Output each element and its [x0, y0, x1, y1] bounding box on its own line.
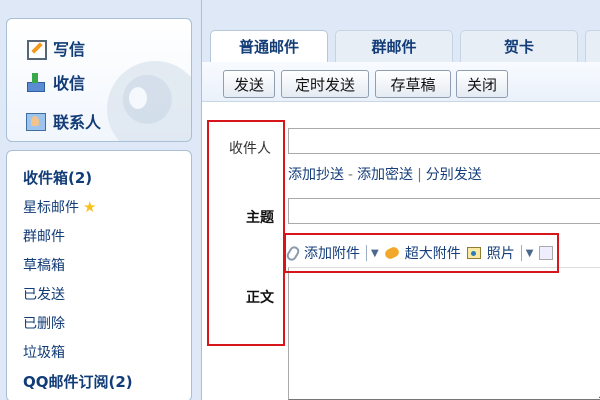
link-divider: |	[417, 167, 422, 183]
write-mail-button[interactable]: 写信	[25, 35, 85, 61]
recipient-options: 添加抄送 - 添加密送 | 分别发送	[288, 164, 482, 184]
scheduled-send-button[interactable]: 定时发送	[281, 70, 369, 98]
tab-more[interactable]	[585, 30, 600, 62]
send-button[interactable]: 发送	[223, 70, 275, 98]
compose-toolbar: 发送 定时发送 存草稿 关闭	[202, 62, 600, 102]
tab-normal-mail[interactable]: 普通邮件	[210, 30, 328, 62]
add-cc-link[interactable]: 添加抄送	[288, 167, 344, 183]
tab-group-mail[interactable]: 群邮件	[335, 30, 453, 62]
save-draft-button[interactable]: 存草稿	[375, 70, 451, 98]
link-separator: -	[348, 167, 354, 183]
compose-main: 普通邮件 群邮件 贺卡 发送 定时发送 存草稿 关闭 收件人 添加抄送 - 添加密送…	[201, 0, 600, 400]
recipient-input[interactable]	[288, 128, 600, 154]
add-bcc-link[interactable]: 添加密送	[357, 167, 413, 183]
star-icon: ★	[83, 198, 97, 216]
folder-starred-label: 星标邮件	[23, 200, 79, 216]
folder-starred[interactable]: 星标邮件 ★	[23, 197, 96, 217]
folder-inbox[interactable]: 收件箱(2)	[23, 167, 92, 188]
close-button[interactable]: 关闭	[456, 70, 508, 98]
red-highlight-frame	[284, 233, 559, 273]
separate-send-link[interactable]: 分别发送	[426, 167, 482, 183]
contacts-label: 联系人	[53, 113, 102, 132]
mail-type-tabs: 普通邮件 群邮件 贺卡	[202, 0, 600, 62]
compose-form: 收件人 添加抄送 - 添加密送 | 分别发送 主题 添加附件 ▼ 超大附件 照片 ▼ 正…	[202, 103, 600, 400]
contacts-button[interactable]: 联系人	[25, 108, 101, 134]
mail-body-editor[interactable]	[288, 267, 600, 400]
folder-spam[interactable]: 垃圾箱	[23, 342, 65, 362]
left-sidebar: 写信 收信 联系人 收件箱(2) 星标邮件 ★ 群邮件 草稿箱 已发送 已删除 垃…	[0, 0, 200, 400]
contacts-icon	[25, 111, 46, 131]
red-highlight-frame	[207, 120, 285, 346]
folder-sent[interactable]: 已发送	[23, 284, 65, 304]
receive-mail-button[interactable]: 收信	[25, 69, 85, 95]
write-mail-label: 写信	[53, 40, 86, 59]
folder-subscriptions[interactable]: QQ邮件订阅(2)	[23, 371, 133, 392]
subject-input[interactable]	[288, 198, 600, 224]
receive-mail-label: 收信	[53, 74, 86, 93]
penguin-watermark-icon	[107, 61, 191, 141]
folder-deleted[interactable]: 已删除	[23, 313, 65, 333]
folder-list: 收件箱(2) 星标邮件 ★ 群邮件 草稿箱 已发送 已删除 垃圾箱 QQ邮件订阅(…	[6, 150, 192, 400]
write-icon	[25, 38, 47, 60]
inbox-icon	[25, 72, 45, 92]
quick-actions-panel: 写信 收信 联系人	[6, 18, 192, 142]
tab-greeting-card[interactable]: 贺卡	[460, 30, 578, 62]
folder-group-mail[interactable]: 群邮件	[23, 226, 65, 246]
folder-drafts[interactable]: 草稿箱	[23, 255, 65, 275]
